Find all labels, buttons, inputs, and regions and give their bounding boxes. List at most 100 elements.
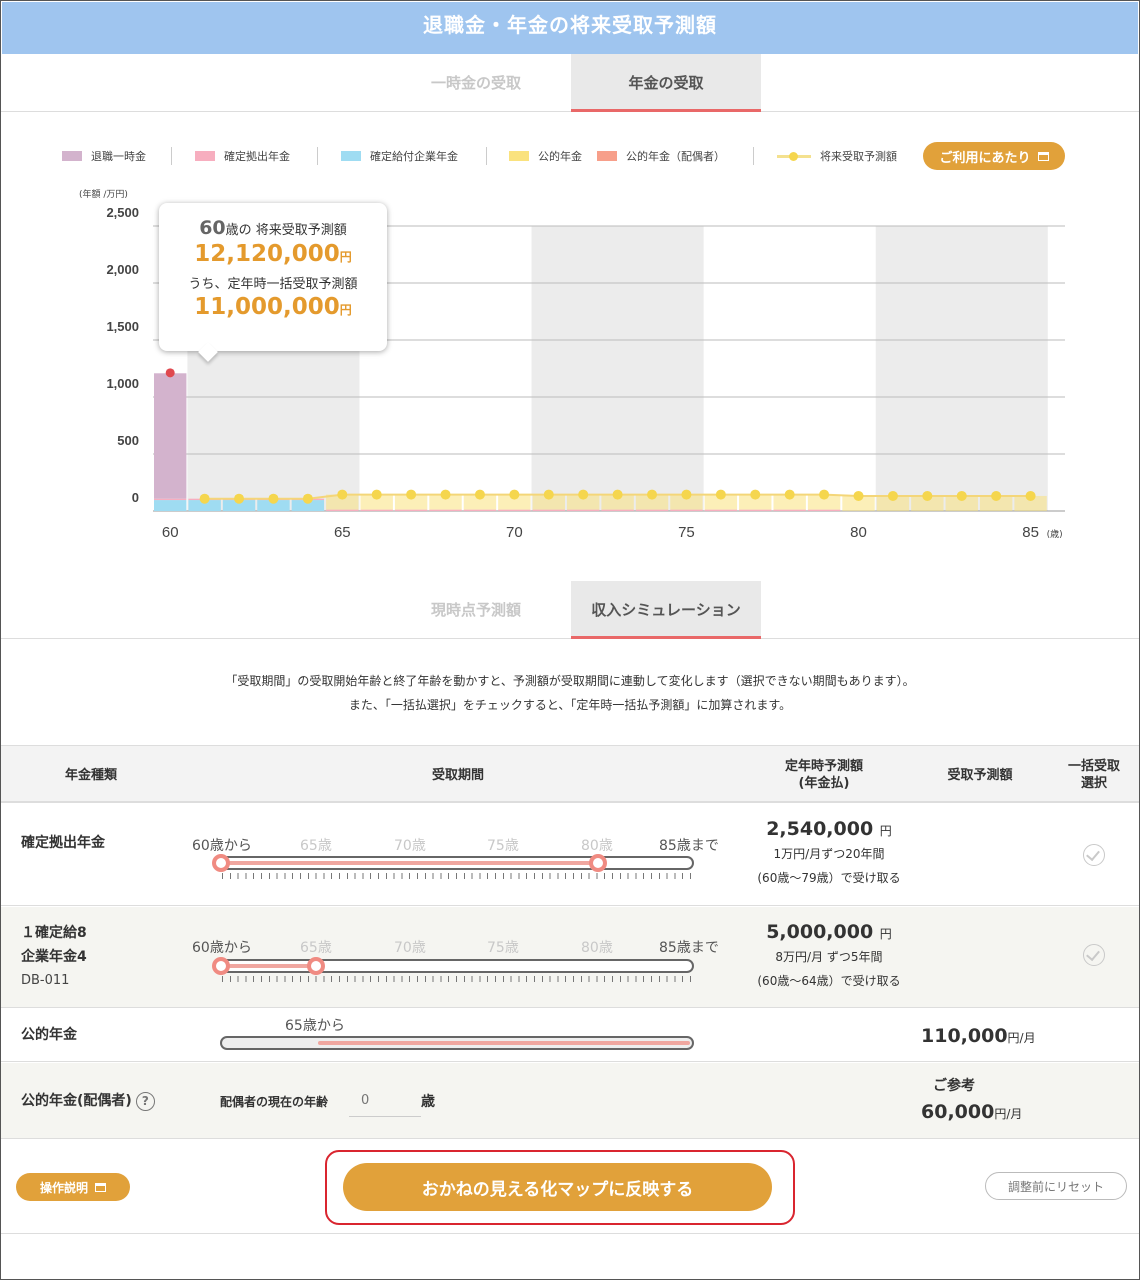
top-tabs: 一時金の受取 年金の受取 (1, 54, 1139, 112)
legend-item-public: 公的年金 (509, 148, 582, 164)
spouse-amount: 60,000 (921, 1101, 995, 1123)
table-row-dc: 確定拠出年金 60歳から 65歳 70歳 75歳 80歳 85歳まで 2,540… (1, 804, 1139, 906)
forecast-point (509, 489, 520, 500)
bar-確定拠出年金 (394, 509, 428, 511)
tooltip-age: 60 (199, 217, 226, 239)
y-tick-label: 0 (132, 490, 139, 505)
tab-income-simulation[interactable]: 収入シミュレーション (571, 581, 761, 639)
usage-button[interactable]: ご利用にあたり (923, 142, 1065, 170)
legend-item-public-spouse: 公的年金（配偶者） (597, 148, 725, 164)
chart-tooltip: 60歳の 将来受取予測額 12,120,000円 うち、定年時一括受取予測額 1… (159, 203, 387, 351)
bar-確定拠出年金 (566, 509, 600, 511)
tab-pension[interactable]: 年金の受取 (571, 54, 761, 112)
forecast-point (440, 489, 451, 500)
forecast-point (853, 490, 864, 501)
forecast-point (750, 489, 761, 500)
forecast-point (681, 489, 692, 500)
period-slider-public (220, 1036, 694, 1050)
x-unit-label: (歳) (1047, 528, 1063, 540)
forecast-point (887, 490, 898, 501)
forecast-point (715, 489, 726, 500)
x-tick-label: 60 (162, 524, 179, 541)
forecast-point (612, 489, 623, 500)
tooltip-lump-label: うち、定年時一括受取予測額 (188, 277, 358, 292)
legend-item-db: 確定給付企業年金 (341, 148, 458, 164)
dc-amount: 2,540,000 (766, 818, 874, 840)
tab-lump-sum[interactable]: 一時金の受取 (381, 54, 571, 112)
tooltip-age-label: 歳の 将来受取予測額 (225, 223, 347, 238)
forecast-point (337, 489, 348, 500)
lump-check-dc[interactable] (1083, 844, 1105, 866)
forecast-point (956, 490, 967, 501)
forecast-point (302, 493, 313, 504)
bar-退職一時金 (154, 373, 187, 499)
forecast-point (268, 493, 279, 504)
period-slider-dc[interactable] (220, 856, 694, 870)
x-tick-label: 70 (506, 524, 523, 541)
bar-確定拠出年金 (670, 509, 703, 511)
forecast-point (543, 489, 554, 500)
forecast-point (1025, 490, 1036, 501)
bar-確定拠出年金 (360, 509, 393, 511)
slider-end-handle[interactable] (307, 957, 325, 975)
forecast-point (406, 489, 417, 500)
bar-確定拠出年金 (532, 509, 565, 511)
bar-確定拠出年金 (773, 509, 806, 511)
app-frame: 退職金・年金の将来受取予測額 一時金の受取 年金の受取 退職一時金 確定拠出年金… (0, 0, 1140, 1280)
bar-確定拠出年金 (154, 498, 187, 501)
sub-tabs: 現時点予測額 収入シミュレーション (1, 581, 1139, 639)
lump-check-db[interactable] (1083, 944, 1105, 966)
bar-確定拠出年金 (429, 509, 462, 511)
y-tick-label: 2,000 (106, 262, 139, 277)
x-tick-label: 80 (850, 524, 867, 541)
y-tick-label: 1,000 (106, 376, 139, 391)
bar-確定拠出年金 (739, 509, 772, 511)
legend-item-forecast: 将来受取予測額 (777, 148, 897, 164)
page-title: 退職金・年金の将来受取予測額 (2, 2, 1138, 54)
table-row-public: 公的年金 65歳から 110,000円/月 (1, 1009, 1139, 1062)
forecast-point (234, 493, 245, 504)
slider-start-handle[interactable] (212, 854, 230, 872)
bar-確定拠出年金 (601, 509, 634, 511)
bar-確定拠出年金 (498, 509, 531, 511)
x-tick-label: 75 (678, 524, 695, 541)
forecast-point (578, 489, 589, 500)
bar-確定拠出年金 (807, 509, 841, 511)
window-icon (95, 1182, 106, 1192)
reset-button[interactable]: 調整前にリセット (985, 1172, 1127, 1200)
y-tick-label: 1,500 (106, 319, 139, 334)
x-tick-label: 65 (334, 524, 351, 541)
window-icon (1037, 151, 1049, 161)
legend-item-dc: 確定拠出年金 (195, 148, 290, 164)
bar-確定給付企業年金 (154, 500, 187, 511)
row-label: 確定拠出年金 (21, 835, 105, 851)
forecast-point (647, 489, 658, 500)
period-slider-db[interactable] (220, 959, 694, 973)
shaded-band (531, 226, 704, 511)
bar-確定拠出年金 (326, 509, 359, 511)
db-amount: 5,000,000 (766, 921, 874, 943)
tooltip-total: 12,120,000 (194, 241, 340, 267)
tab-current-forecast[interactable]: 現時点予測額 (381, 581, 571, 639)
spouse-age-input[interactable] (349, 1085, 421, 1117)
bar-確定拠出年金 (704, 509, 738, 511)
slider-end-handle[interactable] (589, 854, 607, 872)
table-row-db: １確定給8 企業年金4 DB-011 60歳から 65歳 70歳 75歳 80歳… (1, 907, 1139, 1008)
apply-to-map-button[interactable]: おかねの見える化マップに反映する (343, 1163, 772, 1211)
forecast-point (371, 489, 382, 500)
forecast-point (991, 490, 1002, 501)
y-tick-label: 500 (117, 433, 139, 448)
slider-start-handle[interactable] (212, 957, 230, 975)
help-icon[interactable]: ? (135, 1091, 155, 1111)
bar-確定拠出年金 (635, 509, 669, 511)
table-header: 年金種類 受取期間 定年時予測額 (年金払) 受取予測額 一括受取 選択 (1, 745, 1139, 803)
x-tick-label: 85 (1022, 524, 1039, 541)
forecast-point (474, 489, 485, 500)
bar-確定拠出年金 (463, 509, 497, 511)
simulation-description: 「受取期間」の受取開始年齢と終了年齢を動かすと、予測額が受取期間に連動して変化し… (225, 674, 915, 712)
y-tick-label: 2,500 (106, 205, 139, 220)
y-unit-label: (年額 /万円) (79, 188, 128, 200)
operation-guide-button[interactable]: 操作説明 (16, 1173, 130, 1201)
public-amount: 110,000 (921, 1025, 1008, 1047)
shaded-band (875, 226, 1048, 511)
